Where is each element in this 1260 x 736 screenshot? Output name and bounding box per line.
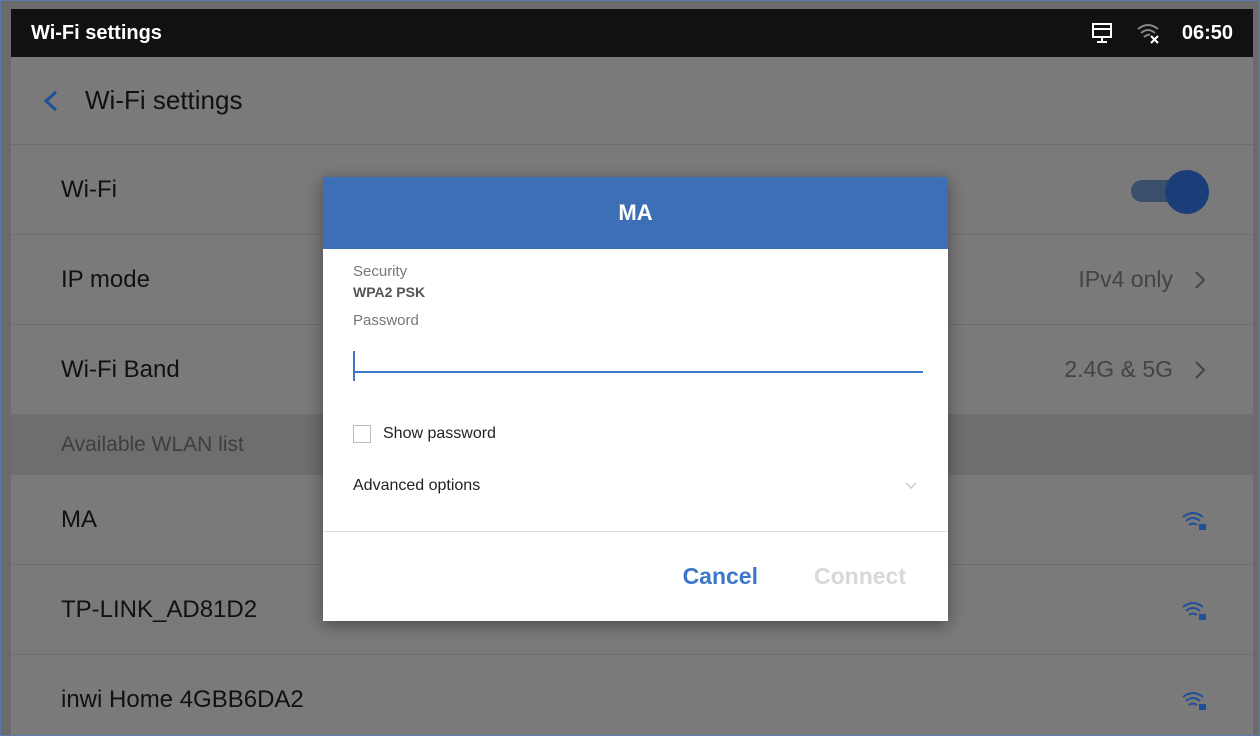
network-right (1181, 599, 1207, 621)
status-bar: Wi-Fi settings 06:50 (11, 9, 1253, 57)
password-input[interactable] (353, 337, 923, 373)
dialog-divider (323, 531, 948, 532)
network-right (1181, 509, 1207, 531)
wifi-label: Wi-Fi (61, 175, 117, 203)
password-label: Password (353, 312, 419, 329)
wifi-band-right: 2.4G & 5G (1064, 356, 1207, 383)
security-label: Security (353, 263, 408, 280)
connect-dialog: MA Security WPA2 PSK Password Show passw… (323, 177, 948, 621)
network-name: inwi Home 4GBB6DA2 (61, 685, 304, 713)
network-right (1181, 689, 1207, 711)
wifi-band-label: Wi-Fi Band (61, 355, 180, 383)
wifi-band-value: 2.4G & 5G (1064, 356, 1173, 382)
cancel-button[interactable]: Cancel (683, 563, 758, 590)
chevron-down-icon (905, 482, 917, 490)
ip-mode-right: IPv4 only (1078, 266, 1207, 293)
status-time: 06:50 (1181, 21, 1233, 44)
show-password-checkbox[interactable] (353, 425, 371, 443)
wifi-toggle-wrap (1127, 169, 1209, 214)
network-row[interactable]: inwi Home 4GBB6DA2 (11, 655, 1253, 735)
ip-mode-label: IP mode (61, 265, 150, 293)
toggle-thumb (1165, 169, 1209, 214)
dialog-body: Security WPA2 PSK Password Show password… (323, 249, 948, 495)
wifi-locked-icon (1182, 511, 1206, 530)
back-chevron-icon[interactable] (41, 89, 61, 113)
wifi-locked-icon (1182, 691, 1206, 710)
page-title: Wi-Fi settings (85, 85, 243, 115)
wifi-toggle[interactable] (1127, 169, 1209, 214)
network-name: MA (61, 505, 97, 533)
security-value: WPA2 PSK (353, 284, 426, 300)
ip-mode-value: IPv4 only (1078, 266, 1173, 292)
section-label: Available WLAN list (61, 433, 244, 456)
settings-header: Wi-Fi settings (11, 57, 1253, 145)
network-icon (1091, 23, 1112, 43)
dialog-actions: Cancel Connect (683, 563, 906, 590)
connect-button[interactable]: Connect (814, 563, 906, 590)
text-cursor (353, 351, 355, 381)
status-icons: 06:50 (1090, 21, 1233, 45)
screen: Wi-Fi settings 06:50 Wi-Fi settings Wi-F… (0, 0, 1260, 736)
show-password-row[interactable]: Show password (353, 425, 918, 443)
wifi-off-icon (1137, 24, 1159, 44)
advanced-options-row[interactable]: Advanced options (353, 477, 918, 495)
network-name: TP-LINK_AD81D2 (61, 595, 258, 623)
advanced-options-label: Advanced options (353, 477, 481, 494)
dialog-header: MA (323, 177, 948, 249)
chevron-right-icon (1195, 270, 1206, 289)
show-password-label: Show password (383, 425, 496, 442)
status-title: Wi-Fi settings (31, 21, 162, 44)
dialog-title: MA (618, 200, 653, 225)
wifi-locked-icon (1182, 601, 1206, 620)
chevron-right-icon (1195, 360, 1206, 379)
